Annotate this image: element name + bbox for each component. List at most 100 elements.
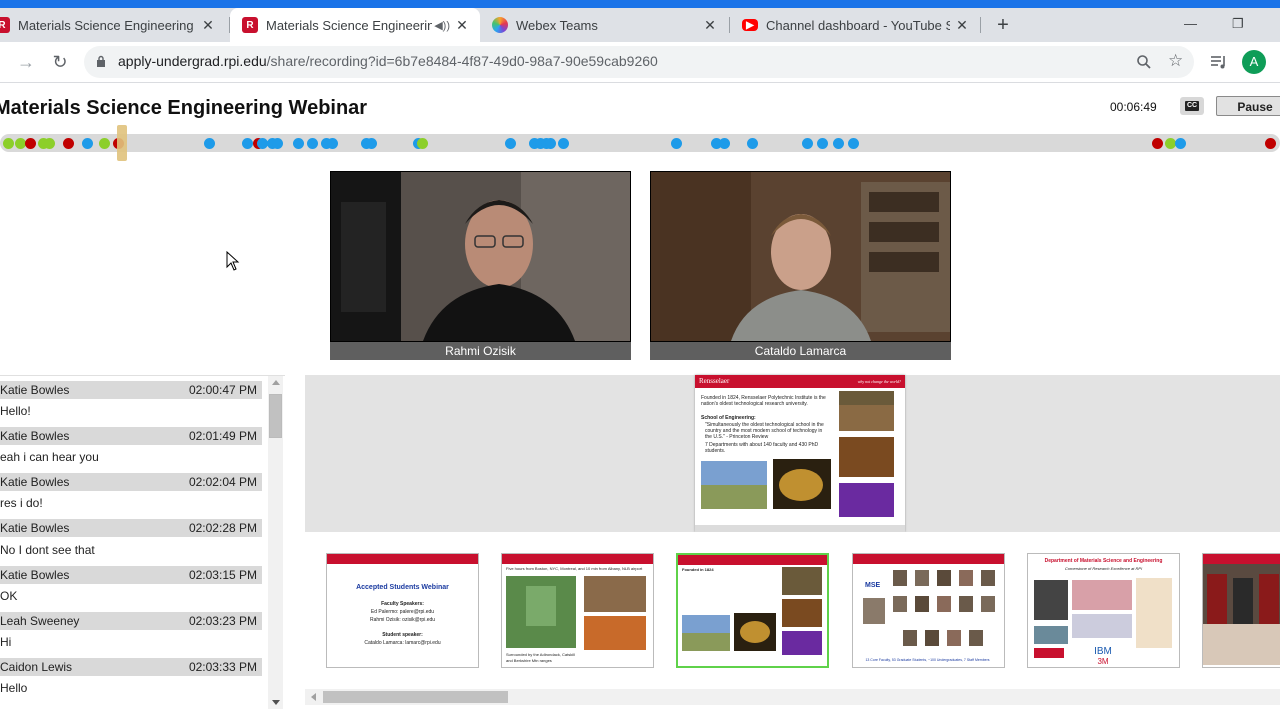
chat-message-text: Hello — [0, 681, 28, 695]
current-slide: Rensselaer why not change the world? Fou… — [695, 375, 905, 532]
timeline-marker[interactable] — [747, 138, 758, 149]
reload-icon[interactable]: ↻ — [50, 52, 70, 72]
thumbnail-scrollbar[interactable] — [305, 689, 1280, 705]
thumbnail-line: Surrounded by the Adirondack, Catskill a… — [506, 652, 575, 663]
close-tab-icon[interactable]: ✕ — [454, 17, 470, 34]
tab-separator — [980, 17, 981, 33]
slide-thumbnail-current[interactable]: Founded in 1824 — [676, 553, 829, 668]
video-tile-rahmi[interactable]: Rahmi Ozisik — [330, 171, 631, 360]
scroll-left-arrow-icon[interactable] — [311, 693, 316, 701]
timeline-marker[interactable] — [327, 138, 338, 149]
tab-title: Materials Science Engineering W — [18, 17, 196, 33]
chat-sender: Caidon Lewis — [0, 660, 73, 674]
thumbnail-line: Faculty Speakers: — [381, 601, 424, 607]
chat-message-text: No I dont see that — [0, 543, 95, 557]
chat-time: 02:03:15 PM — [188, 568, 257, 582]
slide-photos — [695, 391, 905, 532]
slide-thumbnail[interactable] — [1202, 553, 1280, 668]
chat-message-text: OK — [0, 589, 18, 603]
timeline-marker[interactable] — [1152, 138, 1163, 149]
thumbnail-map-image — [506, 576, 646, 650]
playback-timeline[interactable] — [0, 134, 1280, 152]
speaker-audio-icon[interactable]: ◀)) — [434, 19, 450, 32]
timeline-marker[interactable] — [719, 138, 730, 149]
timeline-marker[interactable] — [44, 138, 55, 149]
tab-materials-1[interactable]: R Materials Science Engineering W ✕ — [0, 8, 226, 42]
timeline-marker[interactable] — [802, 138, 813, 149]
bookmark-star-icon[interactable]: ☆ — [1168, 51, 1183, 71]
timeline-marker[interactable] — [1265, 138, 1276, 149]
scrollbar-thumb[interactable] — [269, 394, 282, 438]
chat-time: 02:01:49 PM — [188, 429, 257, 443]
video-frame-image — [651, 172, 950, 341]
recording-page: Materials Science Engineering Webinar 00… — [0, 83, 1280, 720]
tab-webex[interactable]: Webex Teams ✕ — [480, 8, 728, 42]
forward-arrow-icon[interactable]: → — [16, 52, 36, 72]
thumbnail-faculty-photos — [863, 570, 995, 646]
tab-title: Channel dashboard - YouTube St — [766, 17, 950, 33]
chat-message-text: Hi — [0, 635, 12, 649]
svg-text:3M: 3M — [1097, 657, 1108, 665]
timeline-marker[interactable] — [272, 138, 283, 149]
timeline-marker[interactable] — [25, 138, 36, 149]
scrollbar-thumb[interactable] — [323, 691, 508, 703]
timeline-playhead[interactable] — [116, 125, 127, 161]
close-tab-icon[interactable]: ✕ — [200, 17, 216, 34]
timeline-marker[interactable] — [848, 138, 859, 149]
timeline-marker[interactable] — [99, 138, 110, 149]
profile-avatar[interactable]: A — [1242, 50, 1266, 74]
timeline-marker[interactable] — [63, 138, 74, 149]
minimize-icon[interactable]: — — [1184, 16, 1197, 31]
timeline-marker[interactable] — [242, 138, 253, 149]
scroll-down-arrow-icon[interactable] — [272, 700, 280, 705]
restore-icon[interactable]: ❐ — [1232, 16, 1244, 32]
url-host: apply-undergrad.rpi.edu — [118, 53, 267, 69]
zoom-search-icon[interactable] — [1136, 54, 1152, 70]
chat-sender: Leah Sweeney — [0, 614, 80, 628]
timeline-marker[interactable] — [833, 138, 844, 149]
timeline-marker[interactable] — [817, 138, 828, 149]
close-tab-icon[interactable]: ✕ — [954, 17, 970, 34]
timeline-marker[interactable] — [366, 138, 377, 149]
timeline-marker[interactable] — [505, 138, 516, 149]
timeline-marker[interactable] — [558, 138, 569, 149]
media-playlist-icon[interactable] — [1210, 54, 1228, 70]
video-tile-cataldo[interactable]: Cataldo Lamarca — [650, 171, 951, 360]
chat-message-header: Katie Bowles 02:02:28 PM — [0, 519, 262, 537]
url-text[interactable]: apply-undergrad.rpi.edu/share/recording?… — [118, 53, 658, 69]
slide-thumbnail[interactable]: Five hours from Boston, NYC, Montreal, a… — [501, 553, 654, 668]
timeline-marker[interactable] — [1175, 138, 1186, 149]
scroll-up-arrow-icon[interactable] — [272, 380, 280, 385]
timeline-marker[interactable] — [3, 138, 14, 149]
closed-captions-button[interactable]: CC — [1180, 97, 1204, 115]
tab-title: Materials Science Engineerin — [266, 17, 433, 33]
chat-message-header: Katie Bowles 02:03:15 PM — [0, 566, 262, 584]
chat-message-header: Caidon Lewis 02:03:33 PM — [0, 658, 262, 676]
timeline-marker[interactable] — [204, 138, 215, 149]
timeline-marker[interactable] — [417, 138, 428, 149]
chat-sender: Katie Bowles — [0, 429, 70, 443]
chat-message-header: Katie Bowles 02:02:04 PM — [0, 473, 262, 491]
slide-thumbnail[interactable]: MSE 13 Core Faculty, 53 Graduate Student… — [852, 553, 1005, 668]
pause-button[interactable]: Pause — [1216, 96, 1280, 116]
timeline-marker[interactable] — [307, 138, 318, 149]
timeline-marker[interactable] — [293, 138, 304, 149]
timeline-marker[interactable] — [545, 138, 556, 149]
thumbnail-line: 13 Core Faculty, 53 Graduate Students, ~… — [865, 658, 990, 662]
omnibox[interactable]: apply-undergrad.rpi.edu/share/recording?… — [84, 46, 1194, 78]
tab-youtube[interactable]: ▶ Channel dashboard - YouTube St ✕ — [730, 8, 980, 42]
chat-scrollbar[interactable] — [268, 376, 283, 709]
slide-thumbnail[interactable]: Accepted Students Webinar Faculty Speake… — [326, 553, 479, 668]
tab-materials-2[interactable]: R Materials Science Engineerin ◀)) ✕ — [230, 8, 480, 42]
slide-thumbnail[interactable]: Department of Materials Science and Engi… — [1027, 553, 1180, 668]
chat-panel[interactable]: Katie Bowles 02:00:47 PM Hello! Katie Bow… — [0, 375, 285, 709]
close-tab-icon[interactable]: ✕ — [702, 17, 718, 34]
playback-time: 00:06:49 — [1110, 100, 1157, 114]
timeline-marker[interactable] — [82, 138, 93, 149]
timeline-marker[interactable] — [671, 138, 682, 149]
chat-sender: Katie Bowles — [0, 383, 70, 397]
chat-sender: Katie Bowles — [0, 475, 70, 489]
youtube-icon: ▶ — [742, 19, 758, 31]
chat-sender: Katie Bowles — [0, 568, 70, 582]
new-tab-plus-icon[interactable]: + — [992, 15, 1014, 36]
